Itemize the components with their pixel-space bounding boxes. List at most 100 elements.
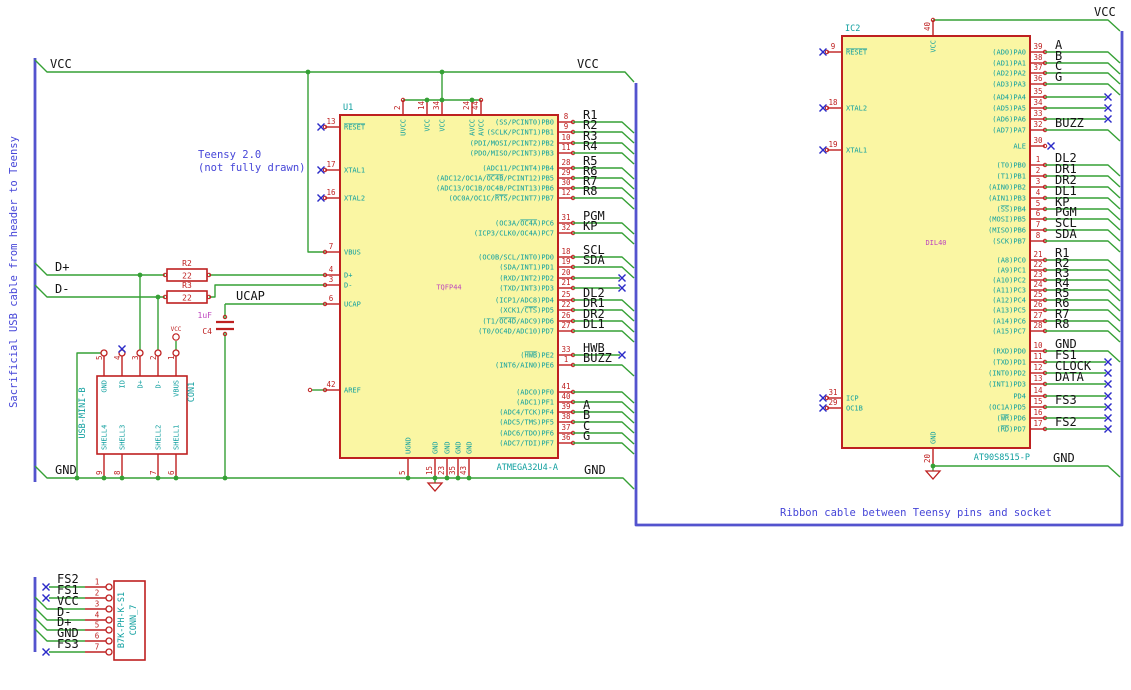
- resistor-r3[interactable]: R322: [166, 281, 208, 304]
- pin-name: (AD1)PA1: [992, 60, 1026, 68]
- net-label: GND: [584, 463, 606, 477]
- pin-name: (T0)PB0: [996, 162, 1026, 170]
- net-label: SDA: [583, 253, 605, 267]
- pin-circle: [154, 349, 162, 357]
- pin-number: 40: [561, 392, 571, 401]
- pin-name: (AD4)PA4: [992, 94, 1026, 102]
- junction-dot: [444, 475, 450, 481]
- pin-name: (T1)PB1: [996, 173, 1026, 181]
- pin-name: (INT1)PD3: [988, 381, 1026, 389]
- pin-name: XTAL1: [846, 147, 867, 155]
- wire-bus-entry: [1045, 83, 1121, 96]
- pin-name: (SS)PB4: [996, 206, 1026, 214]
- pin-number: 23: [437, 466, 446, 475]
- pin-number: 3: [95, 600, 100, 609]
- pin-circle: [100, 349, 108, 357]
- chip-ic2[interactable]: IC2DIL40AT90S8515-P9RESET18XTAL219XTAL13…: [819, 20, 1121, 466]
- pin-number: 40: [923, 21, 932, 31]
- connector-value: B7K-PH-K-S1: [117, 592, 127, 648]
- wire: [933, 465, 1121, 478]
- pin-number: 29: [561, 168, 570, 177]
- resistor-value: 22: [182, 294, 192, 303]
- pin-number: 12: [1033, 363, 1042, 372]
- net-label: GND: [1053, 451, 1075, 465]
- capacitor-c4[interactable]: 1uF C4: [198, 311, 234, 336]
- pin-number: 27: [561, 321, 570, 330]
- pin-number: 6: [95, 632, 100, 641]
- pin-number: 41: [561, 382, 570, 391]
- pin-number: 9: [831, 42, 836, 51]
- pin-number: 8: [1036, 231, 1041, 240]
- gnd-triangle: [426, 482, 444, 492]
- pin-number: 37: [1033, 63, 1042, 72]
- pin-number: 21: [1033, 250, 1042, 259]
- pin-circle: [105, 616, 113, 624]
- pin-number: 2: [1036, 166, 1041, 175]
- pin-number: 29: [828, 398, 837, 407]
- pin-number: 6: [329, 294, 334, 303]
- pin-name: (A10)PC2: [992, 277, 1026, 285]
- usb-connector[interactable]: USB-MINI-B CON1 5 GND 4 ID 3 D+ 2 D- 1 VBUS 9 SHELL4 8…: [78, 349, 197, 478]
- pin-number: 4: [95, 611, 100, 620]
- pin-circle: [105, 637, 113, 645]
- pin-circle: [136, 349, 144, 357]
- pin-number: 22: [1033, 260, 1042, 269]
- pin-number: 34: [1033, 98, 1043, 107]
- pin-name: SHELL1: [173, 425, 181, 450]
- pin-number: 9: [95, 470, 104, 475]
- resistor-value: 22: [182, 272, 192, 281]
- pin-name: RESET: [846, 49, 868, 57]
- pin-circle: [105, 626, 113, 634]
- resistor-r2[interactable]: R222: [166, 259, 208, 282]
- pin-number: 26: [1033, 300, 1043, 309]
- pin-name: GND: [101, 380, 109, 393]
- pin-number: 33: [561, 345, 570, 354]
- net-label: FS3: [1055, 393, 1077, 407]
- pin-name: XTAL2: [344, 195, 365, 203]
- pin-number: 27: [1033, 311, 1042, 320]
- junction-dot: [424, 97, 430, 103]
- pin-name: GND: [432, 441, 440, 454]
- pin-name: (ADC5/TMS)PF5: [499, 419, 554, 427]
- chip-u1[interactable]: U1TQFP44ATMEGA32U4-A13RESET17XTAL116XTAL…: [317, 100, 635, 478]
- pin-name: (AD6)PA6: [992, 116, 1026, 124]
- header-conn7[interactable]: B7K-PH-K-S1 CONN_71FS22FS13VCC4D-5D+6GND7…: [34, 572, 146, 661]
- pin-number: 7: [329, 242, 334, 251]
- no-connect-icon: [1047, 142, 1055, 150]
- pin-number: 20: [561, 268, 571, 277]
- junction-dot: [137, 272, 143, 278]
- resistor-reference: R2: [182, 259, 192, 268]
- pin-number: 39: [1033, 42, 1042, 51]
- pin-name: (ICP3/CLK0/OC4A)PC7: [474, 230, 554, 238]
- wire-bus-entry: [573, 442, 635, 455]
- pin-number: 14: [417, 100, 426, 110]
- pin-name: SHELL2: [155, 425, 163, 450]
- pin-name: (ADC4/TCK)PF4: [499, 409, 554, 417]
- pin-number: 19: [828, 140, 837, 149]
- pin-name: (OC3A/OC4A)PC6: [495, 220, 554, 228]
- pin-name: VCC: [424, 119, 432, 132]
- pin-number: 36: [561, 433, 571, 442]
- pin-name: (A11)PC3: [992, 287, 1026, 295]
- pin-number: 15: [425, 466, 434, 475]
- wire: [307, 72, 325, 253]
- pin-number: 17: [326, 160, 335, 169]
- pin-number: 13: [1033, 374, 1042, 383]
- junction-dot: [455, 475, 461, 481]
- pin-name: (AD0)PA0: [992, 49, 1026, 57]
- pin-name: (ADC11/PCINT4)PB4: [482, 165, 554, 173]
- pin-number: 16: [326, 188, 336, 197]
- pin-name: (A8)PC0: [996, 257, 1026, 265]
- pin-number: 19: [561, 257, 570, 266]
- net-label: VCC: [50, 57, 72, 71]
- chip-footprint: DIL40: [925, 239, 946, 247]
- pin-number: 5: [95, 355, 104, 360]
- pin-name: (OC1A)PD5: [988, 404, 1026, 412]
- pin-name: (ADC1)PF1: [516, 399, 554, 407]
- junction-dot: [439, 69, 445, 75]
- schematic-canvas: U1TQFP44ATMEGA32U4-A13RESET17XTAL116XTAL…: [8, 5, 1124, 661]
- pin-number: 34: [432, 100, 441, 110]
- pin-name: XTAL1: [344, 167, 365, 175]
- pin-name: VCC: [439, 119, 447, 132]
- pin-number: 33: [1033, 109, 1042, 118]
